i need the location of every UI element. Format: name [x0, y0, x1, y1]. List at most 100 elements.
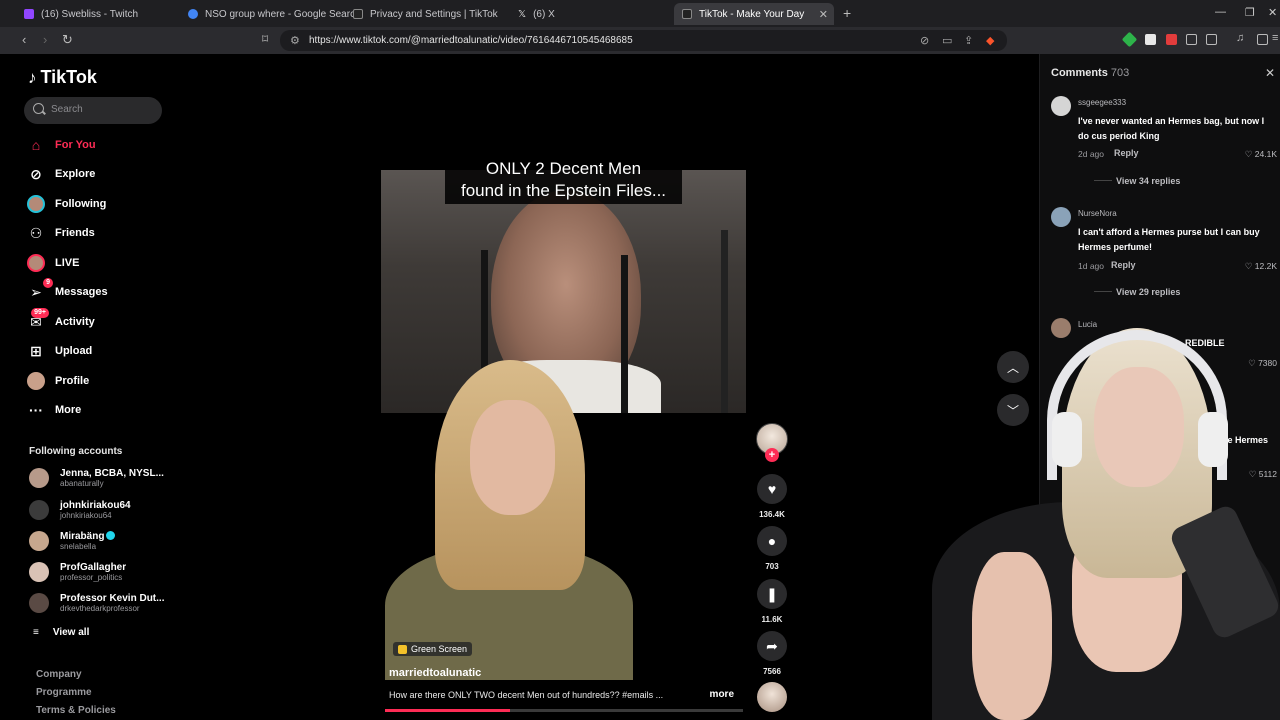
- nav-friends[interactable]: ⚇ Friends: [27, 222, 95, 244]
- address-bar[interactable]: ⚙ https://www.tiktok.com/@marriedtoaluna…: [280, 30, 1007, 51]
- browser-toolbar: ‹ › ↻ ⌑ ⚙ https://www.tiktok.com/@marrie…: [0, 27, 1280, 54]
- list-icon: ≡: [33, 627, 39, 638]
- extension-icon[interactable]: [1121, 31, 1138, 48]
- browser-tab[interactable]: 𝕏 (6) X: [510, 3, 670, 25]
- comment-like-button[interactable]: ♡ 12.2K: [1245, 261, 1277, 272]
- comment-username[interactable]: NurseNora: [1078, 209, 1117, 218]
- avatar: [29, 531, 49, 551]
- presenter: [385, 360, 633, 680]
- compass-icon: ⊘: [30, 165, 42, 182]
- reload-icon[interactable]: ↻: [62, 32, 73, 48]
- nav-for-you[interactable]: ⌂ For You: [27, 134, 96, 156]
- media-icon[interactable]: ⊘: [920, 34, 929, 47]
- close-tab-icon[interactable]: ✕: [819, 8, 828, 21]
- share-count: 7566: [763, 667, 781, 676]
- comment-text: I've never wanted an Hermes bag, but now…: [1078, 116, 1265, 141]
- nav-label: Following: [55, 198, 107, 210]
- like-button[interactable]: ♥: [757, 474, 787, 504]
- x-favicon-icon: 𝕏: [518, 8, 527, 20]
- footer-company-link[interactable]: Company: [36, 669, 82, 680]
- comment-username[interactable]: ssgeegee333: [1078, 98, 1126, 107]
- extension-icon[interactable]: [1166, 34, 1177, 45]
- account-handle: johnkiriakou64: [60, 511, 112, 520]
- nav-label: Profile: [55, 375, 90, 387]
- view-replies-button[interactable]: View 29 replies: [1094, 287, 1180, 297]
- nav-upload[interactable]: ⊞ Upload: [27, 340, 92, 362]
- following-account[interactable]: Professor Kevin Dut... drkevthedarkprofes…: [29, 590, 164, 616]
- save-button[interactable]: ❚: [757, 579, 787, 609]
- cast-icon[interactable]: ▭: [942, 34, 952, 47]
- nav-following[interactable]: Following: [27, 193, 106, 215]
- site-info-icon[interactable]: ⚙: [290, 34, 300, 47]
- extension-icon[interactable]: [1145, 34, 1156, 45]
- nav-live[interactable]: LIVE: [27, 252, 79, 274]
- menu-icon[interactable]: ≡: [1272, 32, 1278, 44]
- brave-shield-icon[interactable]: ◆: [986, 34, 994, 47]
- sound-disc-avatar[interactable]: [757, 682, 787, 712]
- sidebar-toggle-icon[interactable]: [1257, 34, 1268, 45]
- green-screen-icon: [398, 644, 407, 654]
- comment-button[interactable]: ●: [757, 526, 787, 556]
- following-account[interactable]: ProfGallagher professor_politics: [29, 559, 126, 585]
- share-icon[interactable]: ⇪: [964, 34, 973, 47]
- nav-label: For You: [55, 139, 96, 151]
- account-handle: abanaturally: [60, 479, 104, 488]
- close-comments-icon[interactable]: ✕: [1265, 66, 1275, 80]
- following-account[interactable]: Jenna, BCBA, NYSL... abanaturally: [29, 465, 164, 491]
- minimize-icon[interactable]: —: [1215, 6, 1226, 18]
- video-author[interactable]: marriedtoalunatic: [389, 667, 481, 679]
- view-replies-button[interactable]: View 34 replies: [1094, 176, 1180, 186]
- video-player[interactable]: ONLY 2 Decent Men found in the Epstein F…: [381, 156, 746, 712]
- search-input[interactable]: Search: [24, 97, 162, 124]
- nav-messages[interactable]: ➢ 9 Messages: [27, 278, 108, 303]
- reply-button[interactable]: Reply: [1111, 260, 1136, 270]
- close-window-icon[interactable]: ✕: [1268, 6, 1277, 19]
- green-screen-tag[interactable]: Green Screen: [393, 642, 473, 656]
- following-account[interactable]: Mirabäng snelabella: [29, 528, 116, 554]
- nav-activity[interactable]: ✉ 99+ Activity: [27, 308, 95, 333]
- avatar[interactable]: [1051, 96, 1071, 116]
- activity-icon: ✉ 99+: [27, 308, 49, 331]
- friends-icon: ⚇: [29, 224, 43, 241]
- nav-profile[interactable]: Profile: [27, 370, 89, 392]
- share-button[interactable]: ➦: [757, 631, 787, 661]
- tiktok-favicon-icon: [682, 9, 692, 19]
- nav-label: Explore: [55, 168, 96, 180]
- back-icon[interactable]: ‹: [22, 32, 26, 47]
- footer-terms-link[interactable]: Terms & Policies: [36, 705, 116, 716]
- avatar[interactable]: [1051, 207, 1071, 227]
- live-avatar: [27, 254, 45, 272]
- forward-icon[interactable]: ›: [43, 32, 47, 47]
- wallet-icon[interactable]: [1206, 34, 1217, 45]
- nav-label: Upload: [55, 345, 93, 357]
- tiktok-note-icon: ♪: [28, 67, 37, 87]
- comment-like-button[interactable]: ♡ 24.1K: [1245, 149, 1277, 160]
- comment-icon: ●: [767, 533, 777, 549]
- view-all-link[interactable]: ≡ View all: [33, 627, 89, 638]
- headset-earcup: [1052, 412, 1082, 467]
- green-screen-label: Green Screen: [411, 644, 468, 654]
- video-progress-bar[interactable]: [385, 709, 743, 712]
- verified-badge-icon: [106, 531, 116, 540]
- music-icon[interactable]: ♫: [1236, 32, 1244, 44]
- browser-tab-active[interactable]: TikTok - Make Your Day ✕: [674, 3, 834, 25]
- tab-title: NSO group where - Google Search: [205, 8, 361, 20]
- browser-tab[interactable]: (16) Swebliss - Twitch: [16, 3, 176, 25]
- nav-explore[interactable]: ⊘ Explore: [27, 163, 95, 185]
- twitch-favicon-icon: [24, 9, 34, 19]
- reply-button[interactable]: Reply: [1114, 148, 1139, 158]
- browser-tab[interactable]: Privacy and Settings | TikTok: [345, 3, 505, 25]
- tiktok-logo[interactable]: ♪ TikTok: [28, 67, 97, 88]
- bookmark-icon[interactable]: ⌑: [262, 32, 268, 46]
- follow-plus-icon[interactable]: +: [765, 448, 779, 462]
- maximize-icon[interactable]: ❐: [1245, 6, 1255, 19]
- nav-more[interactable]: ··· More: [27, 399, 81, 421]
- new-tab-icon[interactable]: +: [843, 5, 851, 21]
- more-button[interactable]: more: [710, 689, 734, 700]
- streamer-hands: [972, 552, 1052, 720]
- following-accounts-title: Following accounts: [29, 446, 123, 457]
- extensions-puzzle-icon[interactable]: [1186, 34, 1197, 45]
- footer-programme-link[interactable]: Programme: [36, 687, 92, 698]
- browser-tab[interactable]: NSO group where - Google Search: [180, 3, 361, 25]
- following-account[interactable]: johnkiriakou64 johnkiriakou64: [29, 497, 131, 523]
